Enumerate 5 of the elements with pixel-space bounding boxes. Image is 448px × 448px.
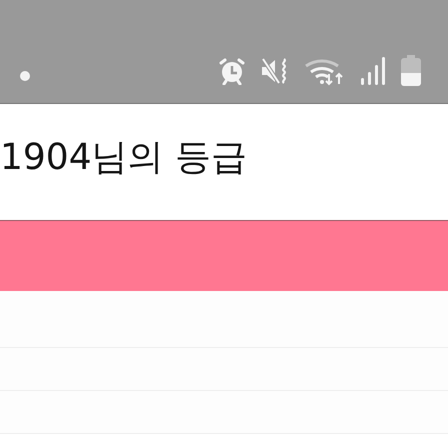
signal-icon — [360, 56, 386, 86]
battery-icon — [400, 55, 422, 87]
page-title: 1904님의 등급 — [0, 136, 248, 180]
notification-dot — [20, 71, 30, 81]
alarm-icon — [218, 57, 246, 85]
